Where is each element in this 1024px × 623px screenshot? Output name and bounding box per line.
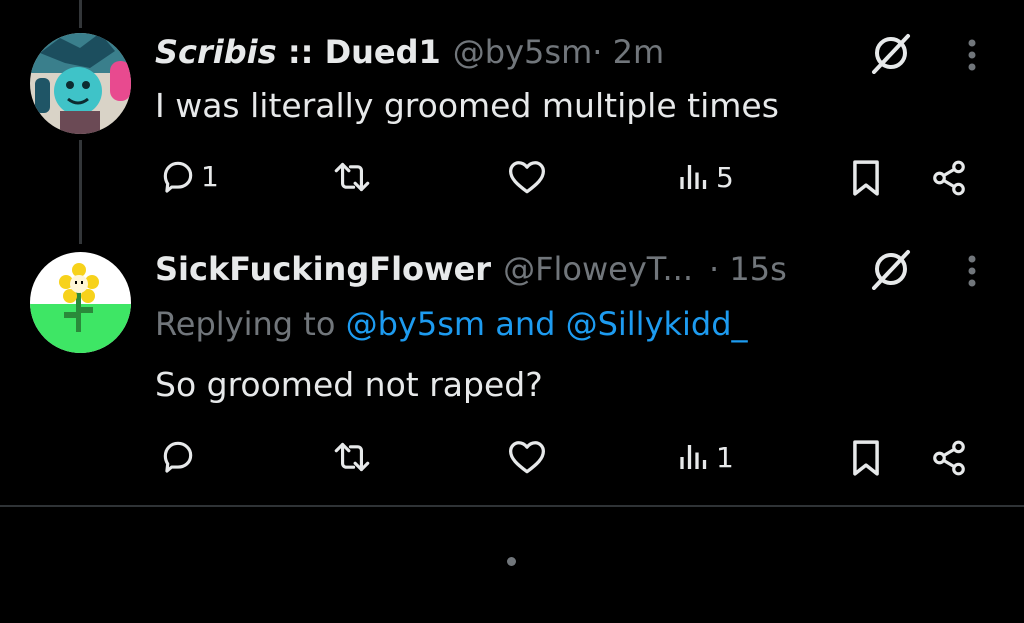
views-icon (680, 445, 707, 469)
reply-mentions-link[interactable]: @by5sm and @Sillykidd_ (346, 305, 748, 343)
avatar[interactable] (30, 33, 131, 134)
more-icon[interactable] (966, 38, 978, 72)
like-button[interactable] (507, 439, 547, 475)
display-name[interactable]: SickFuckingFlower (155, 249, 491, 289)
divider (0, 505, 1024, 507)
action-bar: 1 (0, 437, 1024, 481)
bookmark-icon (853, 160, 879, 196)
user-handle[interactable]: @by5sm (453, 32, 592, 72)
grok-slash-icon[interactable] (868, 248, 914, 290)
timestamp[interactable]: · 2m (592, 32, 664, 72)
tweet[interactable]: SickFuckingFlower @FloweyT... · 15s Repl… (0, 240, 1024, 505)
views-button[interactable]: 5 (676, 159, 734, 195)
retweet-icon (334, 442, 370, 472)
like-icon (509, 161, 545, 194)
grok-slash-icon[interactable] (868, 32, 914, 74)
reply-icon (163, 161, 193, 193)
action-bar: 1 5 (0, 157, 1024, 201)
views-button[interactable]: 1 (676, 439, 734, 475)
share-icon (933, 440, 965, 476)
more-icon[interactable] (966, 254, 978, 288)
reply-button[interactable] (159, 437, 201, 475)
loading-indicator (507, 557, 516, 566)
bookmark-button[interactable] (850, 159, 882, 197)
bookmark-icon (853, 440, 879, 476)
views-icon (680, 165, 707, 189)
reply-icon (163, 441, 193, 473)
tweet[interactable]: Scribis :: Dued1 @by5sm · 2m I was liter… (0, 0, 1024, 240)
replying-to: Replying to @by5sm and @Sillykidd_ (155, 305, 748, 343)
share-button[interactable] (930, 159, 968, 197)
tweet-text: I was literally groomed multiple times (155, 86, 779, 125)
view-count: 1 (716, 440, 734, 474)
reply-button[interactable]: 1 (159, 157, 219, 195)
view-count: 5 (716, 160, 734, 194)
tweet-text: So groomed not raped? (155, 365, 543, 404)
retweet-button[interactable] (330, 439, 374, 475)
timestamp[interactable]: · 15s (709, 249, 787, 289)
like-icon (509, 441, 545, 474)
reply-count: 1 (201, 159, 219, 193)
share-icon (933, 160, 965, 196)
retweet-icon (334, 162, 370, 192)
like-button[interactable] (507, 159, 547, 195)
avatar[interactable] (30, 252, 131, 353)
retweet-button[interactable] (330, 159, 374, 195)
user-handle[interactable]: @FloweyT... (503, 249, 693, 289)
share-button[interactable] (930, 439, 968, 477)
bookmark-button[interactable] (850, 439, 882, 477)
display-name[interactable]: Scribis :: Dued1 (155, 32, 441, 72)
